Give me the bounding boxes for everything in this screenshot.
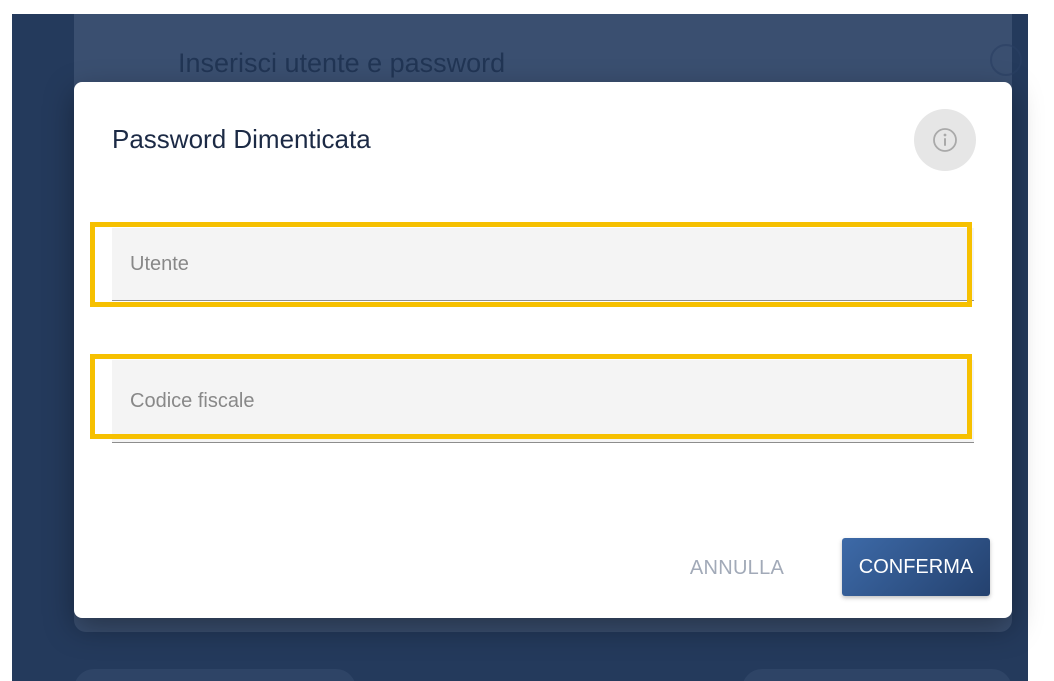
dialog-title: Password Dimenticata xyxy=(112,124,371,154)
background-login-title: Inserisci utente e password xyxy=(178,48,506,78)
background-info-icon xyxy=(990,44,1022,76)
username-field[interactable] xyxy=(112,228,974,301)
background-pill-left xyxy=(74,669,356,681)
cancel-button[interactable]: ANNULLA xyxy=(672,552,802,584)
forgot-password-dialog: Password Dimenticata ANNULLA CONFERMA xyxy=(74,82,1012,618)
fiscal-code-field[interactable] xyxy=(112,360,974,443)
background-pill-right xyxy=(742,669,1012,681)
fiscal-code-input[interactable] xyxy=(128,360,958,442)
confirm-button[interactable]: CONFERMA xyxy=(842,538,990,596)
username-input[interactable] xyxy=(128,228,958,300)
info-button[interactable] xyxy=(914,109,976,171)
info-icon xyxy=(933,128,957,152)
